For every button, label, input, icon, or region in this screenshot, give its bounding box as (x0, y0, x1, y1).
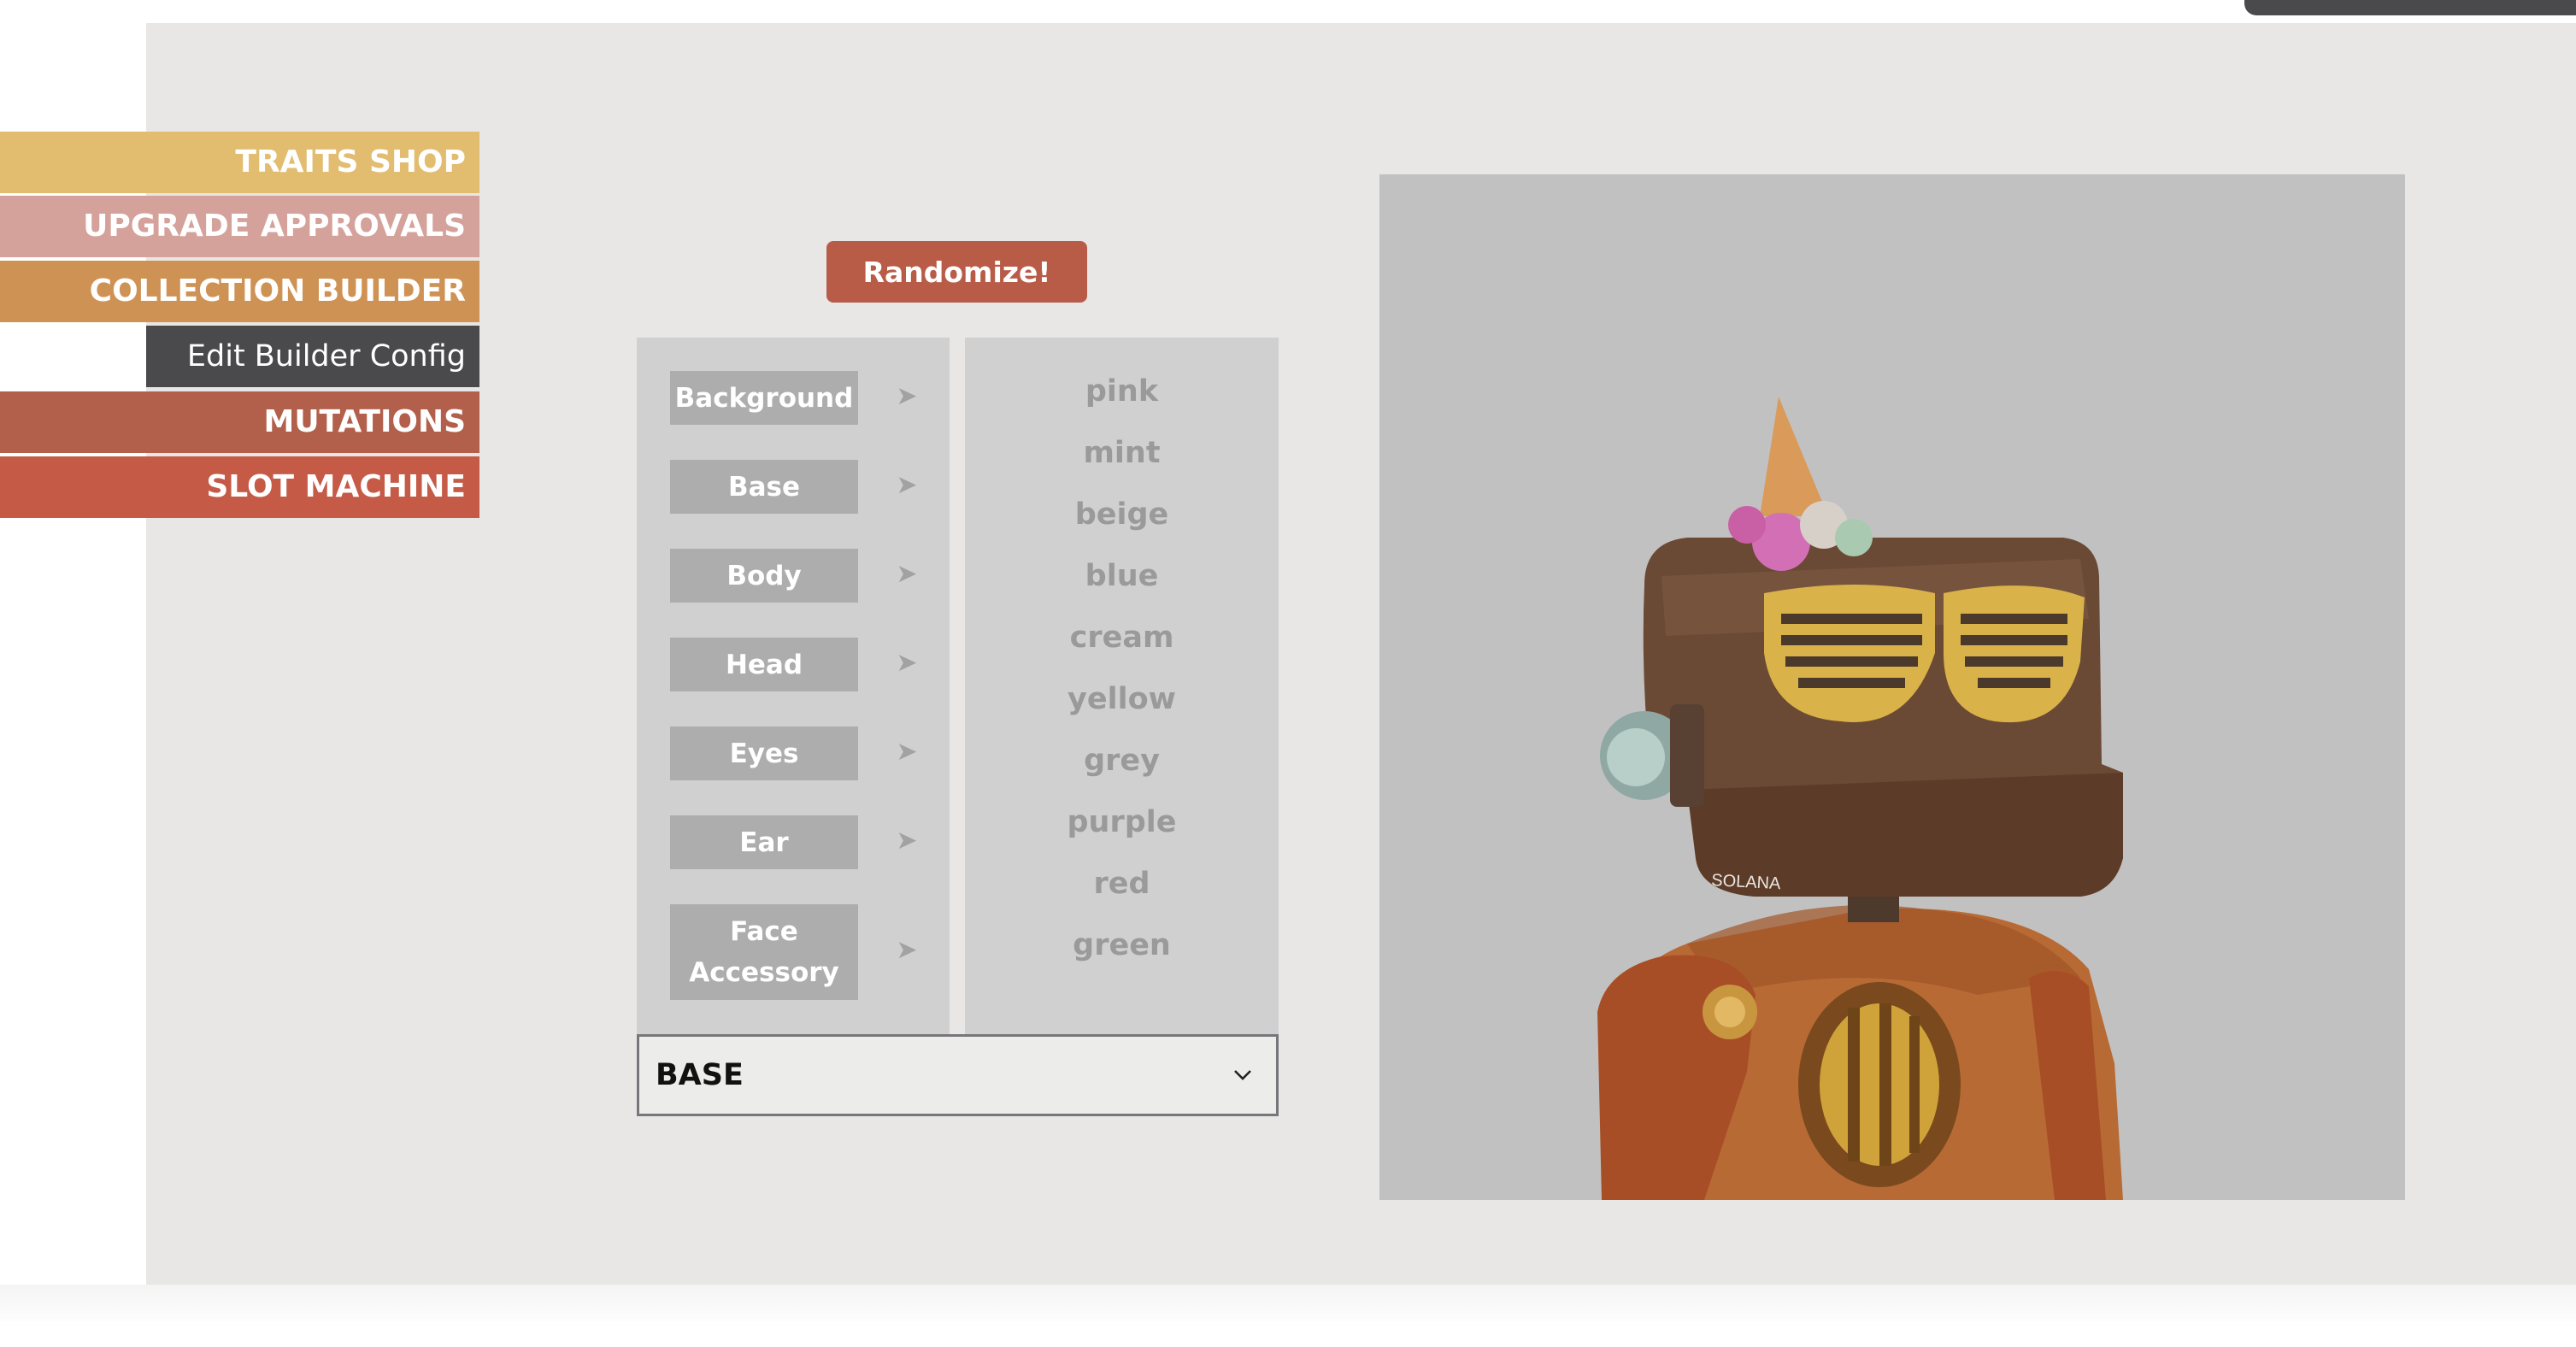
arrow-right-icon: ➤ (896, 935, 918, 965)
nav-mutations[interactable]: MUTATIONS (0, 391, 479, 453)
category-base[interactable]: Base (670, 460, 858, 514)
value-option[interactable]: mint (965, 436, 1279, 470)
nft-preview: SOLANA (1379, 174, 2405, 1200)
value-option[interactable]: green (965, 928, 1279, 962)
nav-edit-builder-config[interactable]: Edit Builder Config (146, 326, 479, 387)
arrow-right-icon: ➤ (896, 381, 918, 411)
arrow-right-icon: ➤ (896, 470, 918, 500)
arrow-right-icon: ➤ (896, 559, 918, 589)
category-background[interactable]: Background (670, 371, 858, 425)
robot-image: SOLANA (1597, 397, 2123, 1200)
category-ear[interactable]: Ear (670, 815, 858, 869)
category-face-accessory[interactable]: Face Accessory (670, 904, 858, 1000)
value-option[interactable]: pink (965, 374, 1279, 409)
category-eyes[interactable]: Eyes (670, 726, 858, 780)
arrow-right-icon: ➤ (896, 648, 918, 678)
randomize-button[interactable]: Randomize! (826, 241, 1087, 303)
value-option[interactable]: cream (965, 621, 1279, 655)
top-window-tab (2244, 0, 2576, 15)
nav-collection-builder[interactable]: COLLECTION BUILDER (0, 261, 479, 322)
trait-select-value: BASE (656, 1058, 744, 1092)
value-option[interactable]: purple (965, 805, 1279, 839)
nav-upgrade-approvals[interactable]: UPGRADE APPROVALS (0, 196, 479, 257)
category-list: Background ➤ Base ➤ Body ➤ Head ➤ Eyes ➤… (637, 338, 950, 1034)
nav-traits-shop[interactable]: TRAITS SHOP (0, 132, 479, 193)
chevron-down-icon (1234, 1070, 1251, 1080)
solana-signature: SOLANA (1711, 871, 1782, 893)
value-option[interactable]: red (965, 867, 1279, 901)
arrow-right-icon: ➤ (896, 737, 918, 767)
nav-slot-machine[interactable]: SLOT MACHINE (0, 456, 479, 518)
value-option[interactable]: grey (965, 744, 1279, 778)
value-list: pink mint beige blue cream yellow grey p… (965, 338, 1279, 1034)
value-option[interactable]: yellow (965, 682, 1279, 716)
value-option[interactable]: blue (965, 559, 1279, 593)
trait-select[interactable]: BASE (637, 1034, 1279, 1116)
category-head[interactable]: Head (670, 638, 858, 691)
bottom-shadow (0, 1285, 2576, 1347)
category-body[interactable]: Body (670, 549, 858, 603)
arrow-right-icon: ➤ (896, 826, 918, 856)
value-option[interactable]: beige (965, 497, 1279, 532)
